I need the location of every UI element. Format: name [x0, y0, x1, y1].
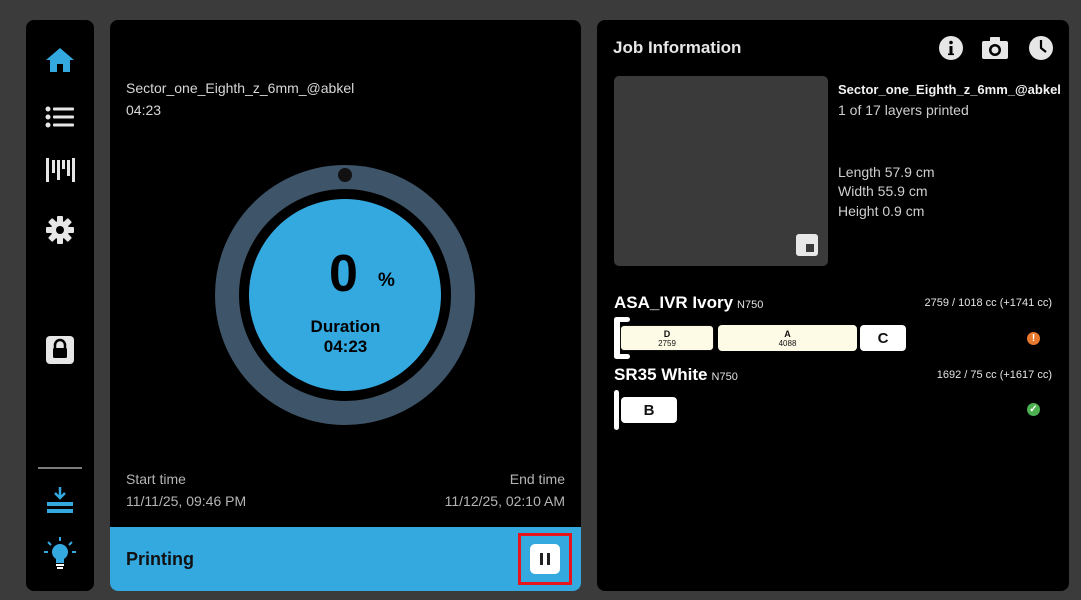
- info-width: Width 55.9 cm: [838, 183, 928, 199]
- status-bar: Printing: [110, 527, 581, 591]
- nav-list-button[interactable]: [26, 97, 94, 137]
- job-name: Sector_one_Eighth_z_6mm_@abkel: [126, 80, 355, 96]
- material-icon: [46, 158, 75, 182]
- pause-button-highlight[interactable]: [518, 533, 572, 585]
- progress-percent: 0: [329, 245, 358, 303]
- light-button[interactable]: [26, 534, 94, 574]
- print-status-panel: Sector_one_Eighth_z_6mm_@abkel 04:23 0 %…: [110, 20, 581, 591]
- end-time-value: 11/12/25, 02:10 AM: [444, 493, 565, 509]
- list-icon: [45, 106, 74, 128]
- status-label: Printing: [126, 549, 194, 569]
- start-time-label: Start time: [126, 471, 186, 487]
- progress-indicator: [338, 168, 352, 182]
- start-time-value: 11/11/25, 09:46 PM: [126, 493, 247, 509]
- warning-icon: !: [1027, 332, 1040, 345]
- nav-material-button[interactable]: [26, 150, 94, 190]
- end-time-label: End time: [509, 471, 565, 487]
- unload-button[interactable]: [26, 480, 94, 520]
- material-code: N750: [711, 371, 738, 383]
- pause-button[interactable]: [530, 544, 560, 574]
- material-name: ASA_IVR Ivory N750: [614, 293, 763, 313]
- gear-icon: [46, 216, 74, 244]
- home-icon: [46, 48, 74, 72]
- spool-slot-c[interactable]: C: [860, 325, 906, 351]
- sidebar-divider: [38, 467, 82, 469]
- info-height: Height 0.9 cm: [838, 203, 925, 219]
- info-job-name: Sector_one_Eighth_z_6mm_@abkel: [838, 82, 1061, 97]
- history-button[interactable]: [1028, 35, 1054, 61]
- duration-value: 04:23: [323, 337, 368, 356]
- progress-percent-sign: %: [378, 270, 395, 291]
- material-name-text: ASA_IVR Ivory: [614, 293, 734, 312]
- info-layers: 1 of 17 layers printed: [838, 102, 969, 118]
- nav-home-button[interactable]: [26, 40, 94, 80]
- job-elapsed-time: 04:23: [126, 102, 162, 118]
- history-icon: [1029, 36, 1053, 60]
- info-icon: [939, 36, 963, 60]
- lock-button[interactable]: [26, 330, 94, 370]
- light-bulb-icon: [44, 537, 76, 569]
- pause-icon: [540, 553, 543, 565]
- check-icon: ✓: [1027, 403, 1040, 416]
- material-name-text: SR35 White: [614, 365, 708, 384]
- duration-label: Duration: [310, 317, 381, 336]
- material-volume: 1692 / 75 cc (+1617 cc): [936, 369, 1052, 381]
- sidebar: [26, 20, 94, 591]
- spool-slot-a[interactable]: A 4088: [718, 325, 857, 351]
- unload-icon: [47, 487, 73, 513]
- info-button[interactable]: [938, 35, 964, 61]
- job-info-title: Job Information: [613, 38, 742, 57]
- info-length: Length 57.9 cm: [838, 164, 935, 180]
- job-information-panel: Job Information Sector_one_Eighth_z_6mm_…: [597, 20, 1069, 591]
- spool-bracket: [614, 390, 619, 430]
- thumbnail-icon[interactable]: [796, 234, 818, 256]
- material-name: SR35 White N750: [614, 365, 738, 385]
- nav-settings-button[interactable]: [26, 210, 94, 250]
- camera-button[interactable]: [982, 35, 1008, 61]
- spool-slot-d[interactable]: D 2759: [620, 325, 714, 351]
- material-volume: 2759 / 1018 cc (+1741 cc): [924, 297, 1053, 309]
- lock-icon: [46, 336, 74, 364]
- material-code: N750: [737, 299, 764, 311]
- model-thumbnail: [614, 76, 828, 266]
- camera-icon: [982, 37, 1008, 59]
- spool-slot-b[interactable]: B: [621, 397, 677, 423]
